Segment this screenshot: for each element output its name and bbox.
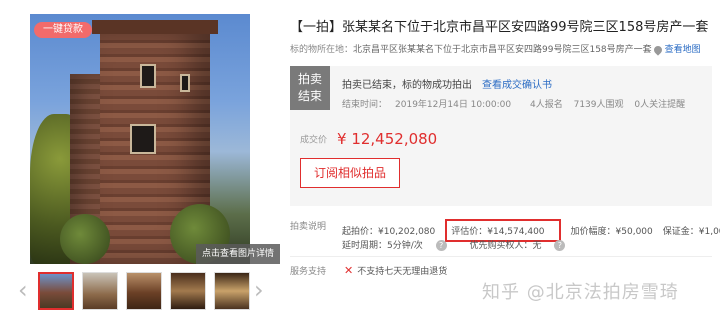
deposit: 保证金：¥1,000,000 bbox=[662, 227, 720, 237]
terms-label: 拍卖说明 bbox=[290, 222, 327, 232]
service-item: 不支持七天无理由退货 bbox=[357, 267, 448, 277]
terms-line: 延时周期：5分钟/次 ? 优先购买权人：无 ? bbox=[342, 238, 585, 251]
status-text: 拍卖已结束，标的物成功拍出 bbox=[342, 80, 472, 91]
watcher-count: 7139人围观 bbox=[573, 100, 624, 110]
thumbnail[interactable] bbox=[38, 272, 74, 310]
photo-bush bbox=[60, 214, 110, 264]
photo-gallery: 一键贷款 点击查看图片详情 ‹ › bbox=[10, 0, 280, 318]
thumbnail[interactable] bbox=[126, 272, 162, 310]
divider bbox=[290, 256, 712, 257]
start-price: 起拍价：¥10,202,080 bbox=[342, 227, 436, 237]
deal-price-label: 成交价 bbox=[300, 135, 328, 146]
status-message: 拍卖已结束，标的物成功拍出 查看成交确认书 bbox=[342, 76, 552, 91]
end-time-label: 结束时间： bbox=[342, 100, 388, 110]
view-confirmation-link[interactable]: 查看成交确认书 bbox=[482, 80, 552, 91]
location-label: 标的物所在地： bbox=[290, 45, 354, 55]
photo-window bbox=[180, 74, 190, 92]
view-photo-details-button[interactable]: 点击查看图片详情 bbox=[196, 244, 280, 264]
thumbnail[interactable] bbox=[214, 272, 250, 310]
auction-ended-badge: 拍卖 结束 bbox=[290, 66, 330, 110]
prev-arrow-icon[interactable]: ‹ bbox=[18, 278, 28, 302]
location-line: 标的物所在地：北京昌平区张某某名下位于北京市昌平区安四路99号院三区158号房产… bbox=[290, 42, 701, 56]
subscribe-similar-button[interactable]: 订阅相似拍品 bbox=[300, 158, 400, 188]
end-time: 2019年12月14日 10:00:00 bbox=[395, 100, 512, 110]
signup-count: 4人报名 bbox=[529, 100, 563, 110]
deal-price-row: 成交价 ¥ 12,452,080 bbox=[300, 130, 437, 148]
auction-status-panel: 拍卖 结束 拍卖已结束，标的物成功拍出 查看成交确认书 结束时间： 2019年12月… bbox=[290, 66, 712, 206]
main-photo[interactable] bbox=[30, 14, 250, 264]
listing-title: 【一拍】张某某名下位于北京市昌平区安四路99号院三区158号房产一套 bbox=[290, 20, 709, 35]
help-icon[interactable]: ? bbox=[554, 240, 566, 251]
service-label: 服务支持 bbox=[290, 267, 327, 277]
watermark: 知乎 @北京法拍房雪琦 bbox=[482, 282, 679, 303]
next-arrow-icon[interactable]: › bbox=[254, 278, 264, 302]
photo-window bbox=[140, 64, 156, 88]
photo-roof bbox=[92, 20, 218, 34]
status-badge-line: 结束 bbox=[297, 89, 322, 103]
service-support: 服务支持 ✕ 不支持七天无理由退货 bbox=[290, 264, 447, 277]
help-icon[interactable]: ? bbox=[435, 240, 447, 251]
status-meta: 结束时间： 2019年12月14日 10:00:00 4人报名 7139人围观 0… bbox=[342, 97, 693, 110]
thumbnail[interactable] bbox=[82, 272, 118, 310]
status-badge-line: 拍卖 bbox=[297, 72, 322, 86]
deal-price: ¥ 12,452,080 bbox=[337, 130, 438, 148]
reminder-count: 0人关注提醒 bbox=[634, 100, 686, 110]
eval-price: 评估价：¥14,574,400 bbox=[451, 227, 545, 237]
cross-icon: ✕ bbox=[344, 264, 354, 277]
thumbnail-strip bbox=[38, 272, 250, 310]
map-pin-icon bbox=[651, 43, 664, 56]
priority-buyer: 优先购买权人：无 bbox=[469, 241, 542, 251]
bid-increment: 加价幅度：¥50,000 bbox=[570, 227, 653, 237]
auction-terms: 拍卖说明 起拍价：¥10,202,080 评估价：¥14,574,400 加价幅度：… bbox=[290, 214, 720, 256]
thumbnail[interactable] bbox=[170, 272, 206, 310]
loan-badge[interactable]: 一键贷款 bbox=[34, 22, 92, 38]
view-map-link[interactable]: 查看地图 bbox=[665, 45, 701, 55]
delay-period: 延时周期：5分钟/次 bbox=[342, 241, 423, 251]
photo-window bbox=[130, 124, 156, 154]
location-text: 北京昌平区张某某名下位于北京市昌平区安四路99号院三区158号房产一套 bbox=[353, 45, 652, 55]
